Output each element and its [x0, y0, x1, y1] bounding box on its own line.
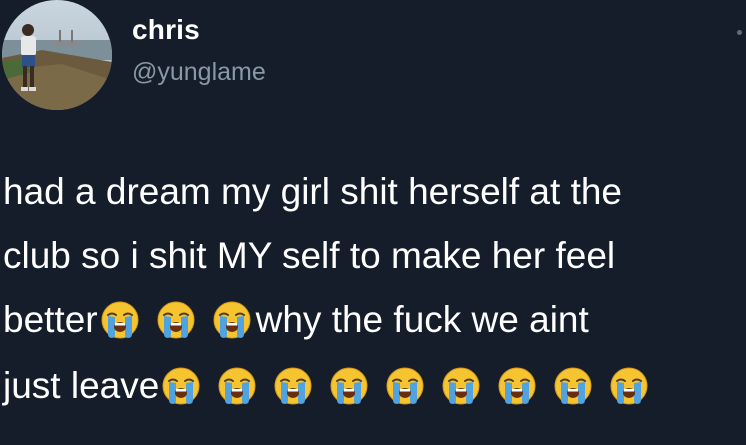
avatar[interactable] — [2, 0, 112, 110]
tweet-line: better why the fuck we aint — [3, 288, 589, 352]
loudly-crying-face-icon — [273, 366, 313, 406]
loudly-crying-face-icon — [385, 366, 425, 406]
display-name[interactable]: chris — [132, 14, 200, 46]
loudly-crying-face-icon — [497, 366, 537, 406]
more-options-icon[interactable] — [737, 30, 742, 35]
loudly-crying-face-icon — [156, 300, 196, 340]
loudly-crying-face-icon — [100, 300, 140, 340]
loudly-crying-face-icon — [553, 366, 593, 406]
loudly-crying-face-icon — [161, 366, 201, 406]
emoji-group — [161, 366, 663, 406]
tweet-line: just leave — [3, 354, 663, 418]
loudly-crying-face-icon — [441, 366, 481, 406]
tweet-card: chris @yunglame had a dream my girl shit… — [0, 0, 746, 445]
tweet-line: club so i shit MY self to make her feel — [3, 224, 615, 288]
tweet-line-text: better — [3, 299, 98, 340]
tweet-line: had a dream my girl shit herself at the — [3, 160, 622, 224]
tweet-line-text: had a dream my girl shit herself at the — [3, 171, 623, 212]
loudly-crying-face-icon — [217, 366, 257, 406]
loudly-crying-face-icon — [609, 366, 649, 406]
emoji-group — [100, 300, 266, 340]
user-handle[interactable]: @yunglame — [132, 58, 266, 87]
loudly-crying-face-icon — [212, 300, 252, 340]
tweet-line-text: just leave — [3, 365, 160, 406]
loudly-crying-face-icon — [329, 366, 369, 406]
tweet-line-text: club so i shit MY self to make her feel — [3, 235, 616, 276]
profile-photo-icon — [2, 0, 112, 110]
tweet-line-text: why the fuck we aint — [255, 299, 589, 340]
